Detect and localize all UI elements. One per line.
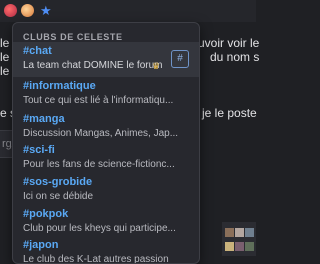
club-description: La team chat DOMINE le forum (23, 60, 163, 71)
club-description: Discussion Mangas, Animes, Jap... (23, 128, 179, 139)
club-name: #informatique (23, 80, 96, 92)
club-item-japon[interactable]: #japon Le club des K-Lat autres passion (13, 236, 199, 263)
dropdown-header: CLUBS DE CELESTE (23, 32, 123, 42)
club-name: #chat (23, 45, 52, 57)
background-text-line: le (0, 36, 10, 50)
crown-icon: ♛ (152, 61, 161, 71)
club-description: Club pour les kheys qui participe... (23, 223, 176, 234)
club-name: #japon (23, 239, 59, 251)
club-item-sos-grobide[interactable]: #sos-grobide Ici on se débide (13, 173, 199, 208)
club-item-informatique[interactable]: #informatique Tout ce qui est lié à l'in… (13, 77, 199, 112)
background-text-line: le (0, 64, 10, 78)
thumbnail-strip[interactable] (222, 222, 256, 256)
club-description: Pour les fans de science-fictionc... (23, 159, 175, 170)
club-name: #sci-fi (23, 144, 55, 156)
background-text-line: du nom s (210, 50, 260, 64)
club-description: Tout ce qui est lié à l'informatiqu... (23, 95, 174, 106)
user-avatar-1[interactable] (4, 4, 17, 17)
club-item-manga[interactable]: #manga Discussion Mangas, Animes, Jap... (13, 110, 199, 145)
club-name: #pokpok (23, 208, 69, 220)
clubs-dropdown: CLUBS DE CELESTE #chat La team chat DOMI… (12, 22, 200, 264)
background-text-line: uvoir voir le (198, 36, 260, 50)
channel-hash-button[interactable]: # (171, 50, 189, 68)
club-item-pokpok[interactable]: #pokpok Club pour les kheys qui particip… (13, 205, 199, 240)
club-description: Ici on se débide (23, 191, 94, 202)
background-text-line: le (0, 50, 10, 64)
club-name: #sos-grobide (23, 176, 93, 188)
top-bar: ★ (0, 0, 256, 22)
club-name: #manga (23, 113, 65, 125)
star-icon[interactable]: ★ (40, 4, 52, 17)
club-item-chat[interactable]: #chat La team chat DOMINE le forum ♛ # (13, 42, 199, 77)
background-text-line: je le poste (202, 106, 257, 120)
club-item-sci-fi[interactable]: #sci-fi Pour les fans de science-fiction… (13, 141, 199, 176)
user-avatar-2[interactable] (21, 4, 34, 17)
